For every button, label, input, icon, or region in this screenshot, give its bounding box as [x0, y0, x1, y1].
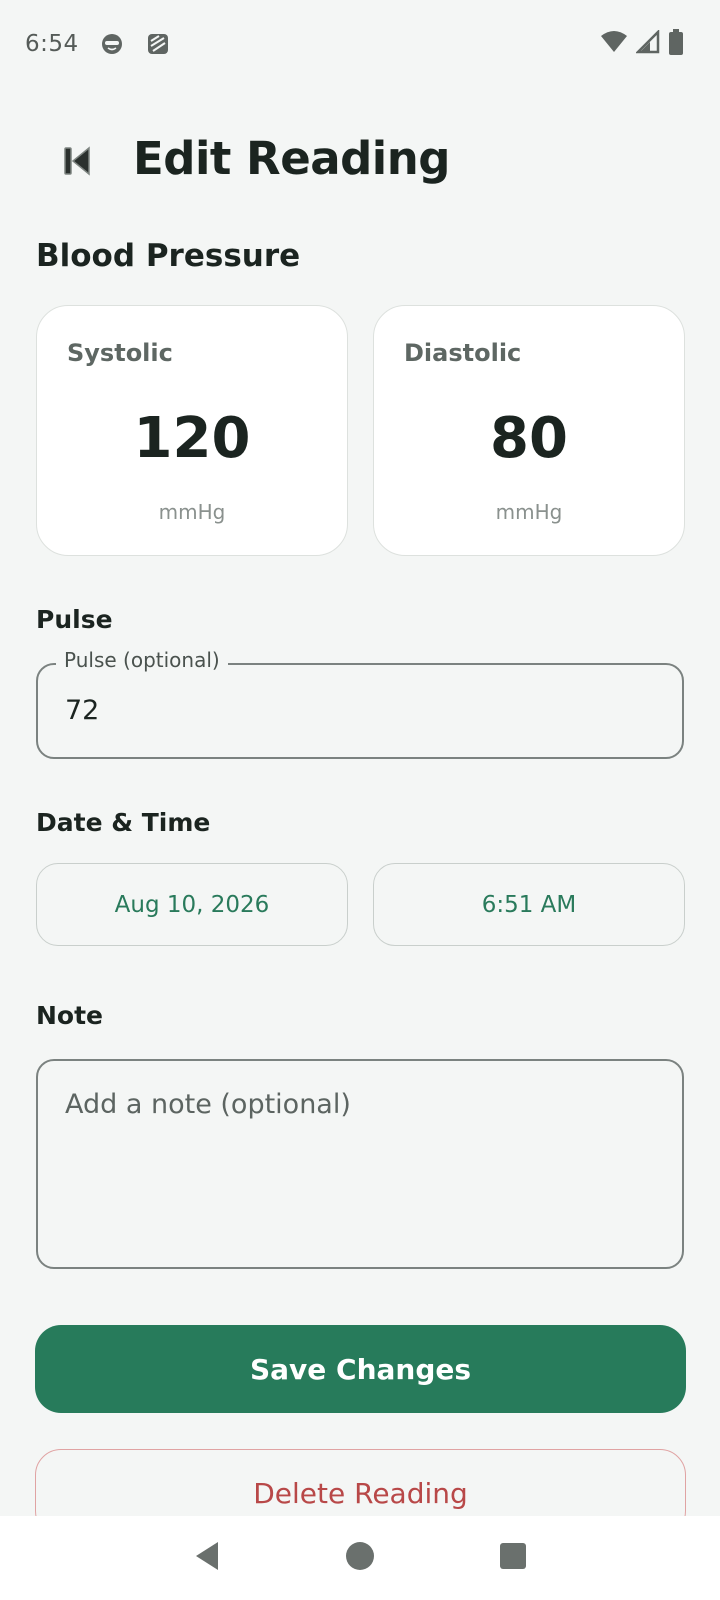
systolic-label: Systolic [67, 339, 173, 367]
save-changes-button[interactable]: Save Changes [35, 1325, 686, 1413]
status-left: 6:54 [25, 31, 171, 57]
nav-recents-button[interactable] [491, 1536, 535, 1580]
pulse-input[interactable]: Pulse (optional) 72 [36, 648, 684, 759]
systolic-value: 120 [133, 406, 251, 471]
system-nav-bar [0, 1516, 720, 1600]
stack-notification-icon [145, 31, 171, 57]
header: Edit Reading [0, 118, 720, 208]
diastolic-label: Diastolic [404, 339, 522, 367]
face-notification-icon [99, 31, 125, 57]
pulse-field-label: Pulse (optional) [56, 648, 228, 672]
back-triangle-icon [192, 1540, 222, 1576]
skip-back-icon [60, 144, 94, 182]
diastolic-unit: mmHg [495, 500, 563, 524]
status-right [600, 28, 684, 59]
blood-pressure-label: Blood Pressure [36, 238, 301, 274]
systolic-unit: mmHg [158, 500, 226, 524]
pulse-value: 72 [65, 695, 100, 726]
pulse-section-label: Pulse [36, 605, 113, 634]
nav-back-button[interactable] [185, 1536, 229, 1580]
date-time-label: Date & Time [36, 808, 211, 837]
page-title: Edit Reading [133, 132, 450, 185]
status-time: 6:54 [25, 31, 79, 57]
home-circle-icon [344, 1540, 376, 1576]
cell-signal-icon [634, 28, 660, 58]
recents-square-icon [499, 1542, 527, 1574]
note-textarea[interactable]: Add a note (optional) [36, 1059, 684, 1269]
note-placeholder: Add a note (optional) [65, 1089, 351, 1120]
diastolic-card[interactable]: Diastolic 80 mmHg [373, 305, 685, 556]
note-section-label: Note [36, 1001, 104, 1030]
wifi-icon [600, 30, 628, 58]
time-picker-button[interactable]: 6:51 AM [373, 863, 685, 946]
back-button[interactable] [52, 138, 102, 188]
battery-icon [668, 29, 684, 59]
systolic-card[interactable]: Systolic 120 mmHg [36, 305, 348, 556]
date-picker-button[interactable]: Aug 10, 2026 [36, 863, 348, 946]
status-bar: 6:54 [0, 0, 720, 88]
nav-home-button[interactable] [338, 1536, 382, 1580]
diastolic-value: 80 [490, 406, 568, 471]
